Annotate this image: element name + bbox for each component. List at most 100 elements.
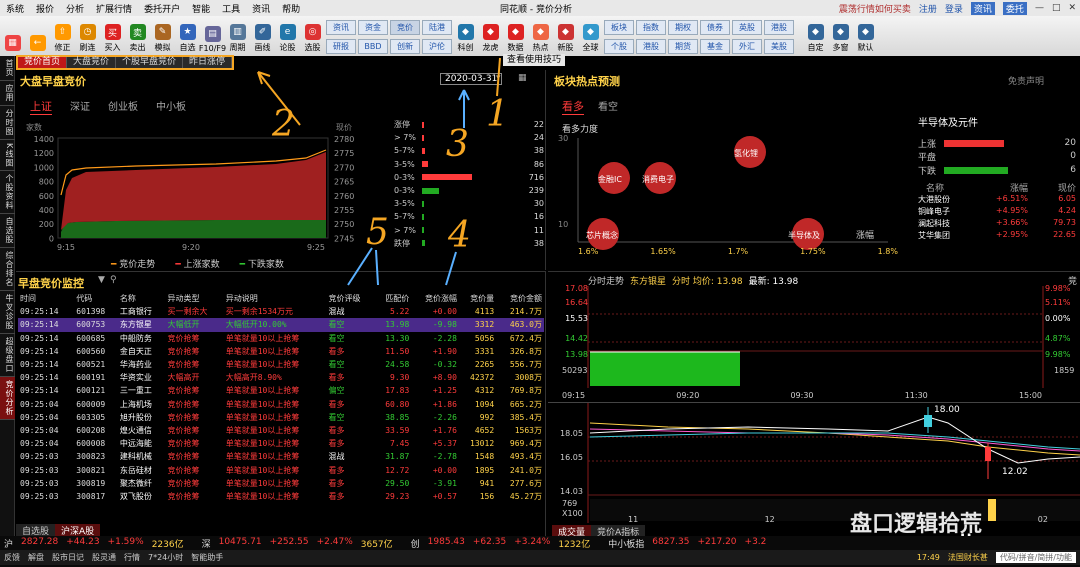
tab-sme[interactable]: 中小板 xyxy=(156,98,186,115)
close-icon[interactable]: ✕ xyxy=(1068,3,1076,13)
uk-stock-pill[interactable]: 英股 xyxy=(732,20,762,35)
table-row[interactable]: 09:25:14 600753 东方银星 大幅低开 大幅低开10.00% 看空 13.98 -… xyxy=(18,318,544,332)
news-ticker[interactable]: 法国财长甚 xyxy=(948,552,988,563)
innovation-pill[interactable]: 创新 xyxy=(390,39,420,54)
disclaimer-link[interactable]: 免责声明 xyxy=(1008,74,1044,87)
bottom-item[interactable]: 行情 xyxy=(124,552,140,563)
fund-pill[interactable]: 资金 xyxy=(358,20,388,35)
multi-window-icon-button[interactable]: ◆ 多窗 xyxy=(828,16,853,54)
back-icon-button[interactable]: ← xyxy=(25,16,50,54)
flask-icon-button[interactable]: ◆ 科创 xyxy=(453,16,478,54)
maximize-icon[interactable]: □ xyxy=(1052,3,1061,13)
bottom-item[interactable]: 反馈 xyxy=(4,552,20,563)
options-pill[interactable]: 期权 xyxy=(668,20,698,35)
bbd-pill[interactable]: BBD xyxy=(358,39,388,54)
table-row[interactable]: 09:25:03 300819 聚杰微纤 竞价抢筹 单笔就量10以上抢筹 看多 29.50 -… xyxy=(18,477,544,490)
fund2-pill[interactable]: 基金 xyxy=(700,39,730,54)
futures-pill[interactable]: 期货 xyxy=(668,39,698,54)
column-header[interactable]: 匹配价 xyxy=(374,292,411,305)
left-tab[interactable]: 应用 xyxy=(0,81,15,106)
tab-bullish[interactable]: 看多 xyxy=(562,98,584,115)
bond-pill[interactable]: 债券 xyxy=(700,20,730,35)
doc-icon-button[interactable]: ▤ F10/F9 xyxy=(199,16,226,54)
news-pill[interactable]: 资讯 xyxy=(326,20,356,35)
new-icon-button[interactable]: ◆ 新股 xyxy=(553,16,578,54)
date-picker[interactable]: 2020-03-31 xyxy=(440,73,503,85)
menu-tools[interactable]: 工具 xyxy=(216,2,246,15)
hk-pill[interactable]: 港股 xyxy=(636,39,666,54)
buy-icon-button[interactable]: 买买入 xyxy=(100,16,125,54)
table-row[interactable]: 09:25:03 300821 东岳硅材 竞价抢筹 单笔就量10以上抢筹 看多 12.72 +… xyxy=(18,463,544,476)
menu-system[interactable]: 系统 xyxy=(0,2,30,15)
london-connect-pill[interactable]: 沪伦 xyxy=(422,39,452,54)
stock-pill[interactable]: 个股 xyxy=(604,39,634,54)
research-pill[interactable]: 研报 xyxy=(326,39,356,54)
menu-trade[interactable]: 委托开户 xyxy=(138,2,186,15)
hk-stock-pill[interactable]: 港股 xyxy=(764,20,794,35)
tab-market-auction[interactable]: 大盘竞价 xyxy=(67,57,117,68)
table-row[interactable]: 09:25:14 600560 金自天正 竞价抢筹 单笔就量10以上抢筹 看多 11.50 +… xyxy=(18,345,544,358)
left-tab[interactable]: K线图 xyxy=(0,140,15,172)
table-row[interactable]: 09:25:03 300817 双飞股份 竞价抢筹 单笔就量10以上抢筹 看多 29.23 +… xyxy=(18,490,544,503)
bottom-item[interactable]: 股市日记 xyxy=(52,552,84,563)
tab-chinext[interactable]: 创业板 xyxy=(108,98,138,115)
minimize-icon[interactable]: — xyxy=(1035,3,1044,13)
table-row[interactable]: 09:25:04 600008 中远海能 竞价抢筹 单笔就量10以上抢筹 看多 7.45 +5… xyxy=(18,437,544,450)
index-ticker[interactable]: 创 1985.43 +62.35 +3.24% 1232亿 xyxy=(411,537,591,550)
filter-icon[interactable]: ▼ xyxy=(98,275,105,285)
menu-extended[interactable]: 扩展行情 xyxy=(90,2,138,15)
table-row[interactable]: 09:25:04 600208 煌火通信 竞价抢筹 单笔就量10以上抢筹 看多 33.59 +… xyxy=(18,424,544,437)
left-tab[interactable]: 首页 xyxy=(0,56,15,81)
code-search-input[interactable]: 代码/拼音/简拼/功能 xyxy=(995,552,1076,563)
col-change[interactable]: 涨幅 xyxy=(978,181,1028,194)
table-row[interactable]: 09:25:04 603305 旭升股份 竞价抢筹 单笔就量10以上抢筹 看空 38.85 -… xyxy=(18,411,544,424)
calendar-icon-button[interactable]: ▥ 周期 xyxy=(225,16,250,54)
column-header[interactable]: 异动说明 xyxy=(224,292,327,305)
bottom-item[interactable]: 智能助手 xyxy=(191,552,223,563)
tab-shenzhen[interactable]: 深证 xyxy=(70,98,90,115)
sector-stock-row[interactable]: 铜峰电子 +4.95% 4.24 xyxy=(918,206,1076,218)
up-icon-button[interactable]: ⇧ 修正 xyxy=(50,16,75,54)
promo-link[interactable]: 震荡行情如何买卖 xyxy=(839,2,911,15)
left-tab[interactable]: 竞价分析 xyxy=(0,377,15,421)
column-header[interactable]: 竞价金额 xyxy=(496,292,544,305)
clock-icon-button[interactable]: ◷ 刷连 xyxy=(75,16,100,54)
tab-bearish[interactable]: 看空 xyxy=(598,98,618,115)
hammer-icon-button[interactable]: ✎ 模拟 xyxy=(150,16,175,54)
grid-icon-button[interactable]: ▦ xyxy=(0,16,25,54)
forex-pill[interactable]: 外汇 xyxy=(732,39,762,54)
menu-help[interactable]: 帮助 xyxy=(276,2,306,15)
pen-icon-button[interactable]: ✐ 画线 xyxy=(250,16,275,54)
bottom-item[interactable]: 股灵通 xyxy=(92,552,116,563)
custom-icon-button[interactable]: ◆ 自定 xyxy=(803,16,828,54)
menu-smart[interactable]: 智能 xyxy=(186,2,216,15)
table-row[interactable]: 09:25:14 600121 三一重工 竞价抢筹 单笔就量10以上抢筹 偏空 17.83 +… xyxy=(18,384,544,397)
table-row[interactable]: 09:25:14 600191 华资实业 大幅高开 大幅高开8.90% 看多 9.30 +8.… xyxy=(18,371,544,384)
pdf-icon-button[interactable]: ◆ 数据 xyxy=(503,16,528,54)
index-ticker[interactable]: 中小板指 6827.35 +217.20 +3.2 xyxy=(608,537,774,550)
menu-news[interactable]: 资讯 xyxy=(246,2,276,15)
dragon-icon-button[interactable]: ◆ 龙虎 xyxy=(478,16,503,54)
left-tab[interactable]: 分时图 xyxy=(0,106,15,140)
auction-pill[interactable]: 竞价 xyxy=(390,20,420,35)
table-row[interactable]: 09:25:04 600009 上海机场 竞价抢筹 单笔就量10以上抢筹 看多 60.80 +… xyxy=(18,398,544,411)
menu-quote[interactable]: 报价 xyxy=(30,2,60,15)
bottom-item[interactable]: 7*24小时 xyxy=(148,552,183,563)
left-tab[interactable]: 自选股 xyxy=(0,214,15,249)
tab-yesterday-limit[interactable]: 昨日涨停 xyxy=(183,57,233,68)
help-tips-link[interactable]: 查看使用技巧 xyxy=(503,54,566,66)
tab-shanghai[interactable]: 上证 xyxy=(30,98,52,115)
fire-icon-button[interactable]: ◆ 热点 xyxy=(528,16,553,54)
select-icon-button[interactable]: ◎ 选股 xyxy=(300,16,325,54)
tab-stock-auction[interactable]: 个股早盘竞价 xyxy=(116,57,184,68)
table-row[interactable]: 09:25:03 300823 建科机械 竞价抢筹 单笔就量10以上抢筹 混战 31.87 -… xyxy=(18,450,544,463)
sell-icon-button[interactable]: 卖卖出 xyxy=(125,16,150,54)
bottom-item[interactable]: 解盘 xyxy=(28,552,44,563)
us-stock-pill[interactable]: 美股 xyxy=(764,39,794,54)
index-ticker[interactable]: 沪 2827.28 +44.23 +1.59% 2236亿 xyxy=(4,537,184,550)
register-link[interactable]: 注册 xyxy=(919,2,937,15)
news-button[interactable]: 资讯 xyxy=(970,1,995,15)
index-ticker[interactable]: 深 10475.71 +252.55 +2.47% 3657亿 xyxy=(202,537,393,550)
left-tab[interactable]: 个股资料 xyxy=(0,171,15,215)
column-header[interactable]: 竞价量 xyxy=(459,292,496,305)
